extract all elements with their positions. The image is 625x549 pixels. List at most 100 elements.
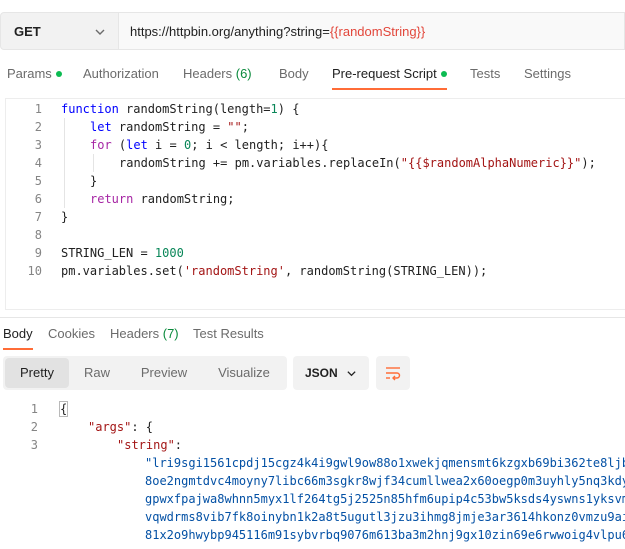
pre-request-script-editor[interactable]: 1 function randomString(length=1) {2 let r… [5,98,625,310]
code-token: pm.variables.set( [61,264,184,278]
line-number: 3 [34,138,42,152]
tab-label: Tests [470,66,501,81]
code-text: } [90,172,97,190]
url-input[interactable]: https://httpbin.org/anything?string= {{r… [119,12,625,50]
url-prefix: https://httpbin.org/anything?string= [130,23,330,39]
code-token: let [126,138,148,152]
line-number: 4 [34,156,42,170]
code-token: return [90,192,134,206]
tab-count: (7) [159,326,179,341]
chevron-down-icon [95,29,105,35]
code-token: randomString; [133,192,235,206]
status-dot-icon [55,70,62,77]
tab-count: (6) [232,66,252,81]
code-token: let [90,120,112,134]
line-number: 7 [34,210,42,224]
tab-label: Authorization [83,66,159,81]
code-token: ; i < length; i++){ [191,138,329,152]
json-string-value: gpwxfpajwa8whnn5myx1lf264tg5j2525n85hfm6… [145,492,625,506]
code-token: ) { [277,102,300,116]
tab-settings[interactable]: Settings [524,60,571,90]
tab-authorization[interactable]: Authorization [83,60,159,90]
view-mode-visualize[interactable]: Visualize [203,358,285,388]
response-tabs: Body Cookies Headers (7) Test Results [0,320,625,350]
tab-headers[interactable]: Headers (6) [183,60,252,90]
code-token: 1000 [154,246,184,260]
view-mode-segmented-control: Pretty Raw Preview Visualize [3,356,287,390]
view-mode-preview[interactable]: Preview [125,358,203,388]
json-string-value: 8oe2ngmtdvc4moyny7libc66m3sgkr8wjf34cuml… [145,474,625,488]
code-text: function randomString(length=1) { [61,100,299,118]
line-number: 2 [30,420,38,434]
code-token: 'randomString' [183,264,285,278]
tab-params[interactable]: Params [7,60,62,90]
chevron-down-icon [347,371,356,377]
code-token: function [61,102,119,116]
code-token: randomString = [111,120,228,134]
code-text: pm.variables.set('randomString', randomS… [61,262,487,280]
line-number: 9 [34,246,42,260]
code-token: ; [241,120,249,134]
tab-label: Cookies [48,326,95,341]
indent-guide [64,118,65,208]
response-view-bar: Pretty Raw Preview Visualize JSON [3,356,625,390]
status-dot-icon [440,70,447,77]
tab-pre-request-script[interactable]: Pre-request Script [332,60,447,90]
tab-tests[interactable]: Tests [470,60,500,90]
json-key: "string" [117,438,175,452]
line-number: 3 [30,438,38,452]
tab-label: Body [3,326,33,341]
code-text: randomString += pm.variables.replaceIn("… [119,154,596,172]
code-token: } [61,210,69,224]
tab-label: Test Results [193,326,264,341]
tab-label: Settings [524,66,571,81]
code-token: ); [581,156,596,170]
line-number: 1 [30,402,38,416]
response-tab-cookies[interactable]: Cookies [48,320,95,350]
json-string-value: vqwdrms8vib7fk8oinybn1k2a8t5ugutl3jzu3ih… [145,510,625,524]
line-number: 1 [34,102,42,116]
line-number: 8 [34,228,42,242]
code-token: i = [147,138,184,152]
tab-label: Headers [110,326,160,341]
format-dropdown[interactable]: JSON [293,356,369,390]
code-text: } [61,208,68,226]
json-string-value: "lri9sgi1561cpdj15cgz4k4i9gwl9ow88o1xwek… [145,456,625,470]
response-tab-headers[interactable]: Headers (7) [110,320,179,350]
code-token: 1 [270,102,278,116]
json-brace: { [59,401,69,417]
code-token: STRING_LEN = [61,246,155,260]
code-token: randomString(length= [118,102,271,116]
tab-body[interactable]: Body [279,60,309,90]
json-text: "args": { [88,418,153,436]
indent-guide [93,154,94,172]
code-token: ( [111,138,127,152]
method-select[interactable]: GET [0,12,119,50]
response-body[interactable]: 1 {2 "args": {3 "string": "lri9sgi1561cpdj15… [0,398,625,549]
code-token: randomString += pm.variables.replaceIn( [119,156,401,170]
code-text: let randomString = ""; [90,118,249,136]
view-mode-raw[interactable]: Raw [69,358,125,388]
request-url-bar: GET https://httpbin.org/anything?string=… [0,12,625,50]
json-text: { [59,400,69,418]
tab-label: Params [7,66,52,81]
view-mode-pretty[interactable]: Pretty [5,358,69,388]
code-token: "" [227,120,242,134]
request-tabs: Params Authorization Headers (6) Body Pre-re… [0,60,625,90]
code-text: return randomString; [90,190,235,208]
wrap-lines-button[interactable] [376,356,410,390]
line-number: 5 [34,174,42,188]
json-key: "args" [88,420,132,434]
tab-label: Headers [183,66,233,81]
code-token: for [90,138,112,152]
code-text: for (let i = 0; i < length; i++){ [90,136,328,154]
response-tab-test-results[interactable]: Test Results [193,320,264,350]
format-label: JSON [305,366,338,380]
pane-divider[interactable] [0,317,625,318]
response-tab-body[interactable]: Body [3,320,33,350]
code-token: , randomString(STRING_LEN)); [284,264,488,278]
wrap-lines-icon [386,367,401,381]
tab-label: Body [279,66,309,81]
json-punct: : { [131,420,154,434]
code-token: "{{$randomAlphaNumeric}}" [400,156,582,170]
